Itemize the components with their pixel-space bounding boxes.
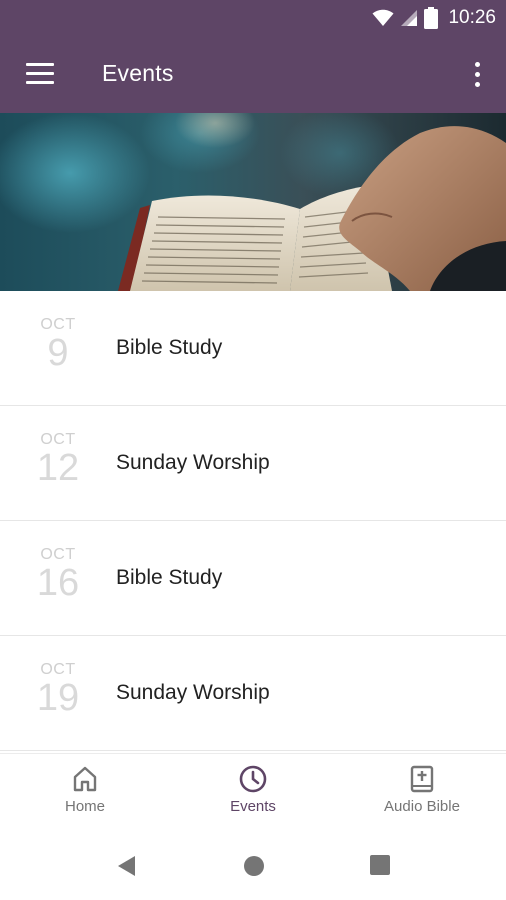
nav-events-label: Events bbox=[230, 798, 276, 815]
bible-hands-photo bbox=[0, 113, 506, 291]
event-title: Bible Study bbox=[116, 336, 223, 359]
home-icon bbox=[73, 766, 97, 792]
app-bar: Events bbox=[0, 36, 506, 113]
status-time: 10:26 bbox=[448, 7, 496, 28]
event-date: OCT 19 bbox=[28, 661, 88, 717]
nav-home-label: Home bbox=[64, 798, 105, 815]
home-circle-icon[interactable] bbox=[242, 854, 266, 878]
event-item-1[interactable]: OCT 9 Bible Study bbox=[0, 291, 506, 406]
bible-icon bbox=[410, 765, 434, 793]
recents-icon[interactable] bbox=[369, 854, 391, 876]
event-title: Bible Study bbox=[116, 566, 223, 589]
signal-icon bbox=[401, 10, 418, 26]
event-day: 16 bbox=[36, 562, 80, 604]
menu-icon[interactable] bbox=[26, 63, 54, 85]
clock-icon bbox=[239, 765, 267, 793]
event-title: Sunday Worship bbox=[116, 451, 270, 474]
event-item-3[interactable]: OCT 16 Bible Study bbox=[0, 521, 506, 636]
event-title: Sunday Worship bbox=[116, 681, 270, 704]
status-icons: 10:26 bbox=[372, 6, 496, 30]
hero-image bbox=[0, 113, 506, 291]
system-nav-bar bbox=[0, 831, 506, 900]
event-date: OCT 9 bbox=[28, 316, 88, 372]
event-day: 19 bbox=[36, 677, 80, 719]
nav-events[interactable]: Events bbox=[183, 764, 323, 815]
nav-audio-bible-label: Audio Bible bbox=[384, 798, 460, 815]
event-item-4[interactable]: OCT 19 Sunday Worship bbox=[0, 636, 506, 751]
back-icon[interactable] bbox=[115, 854, 137, 878]
nav-home[interactable]: Home bbox=[15, 764, 155, 815]
event-day: 9 bbox=[47, 332, 69, 374]
wifi-icon bbox=[372, 9, 394, 26]
event-item-2[interactable]: OCT 12 Sunday Worship bbox=[0, 406, 506, 521]
page-title: Events bbox=[102, 60, 174, 86]
event-date: OCT 12 bbox=[28, 431, 88, 487]
event-day: 12 bbox=[36, 447, 80, 489]
bottom-nav: Home Events Audio Bible bbox=[0, 753, 506, 831]
more-vert-icon[interactable] bbox=[470, 60, 484, 90]
status-bar: 10:26 bbox=[0, 0, 506, 36]
nav-audio-bible[interactable]: Audio Bible bbox=[352, 764, 492, 815]
event-date: OCT 16 bbox=[28, 546, 88, 602]
battery-icon bbox=[424, 7, 439, 29]
event-list: OCT 9 Bible Study OCT 12 Sunday Worship … bbox=[0, 291, 506, 751]
